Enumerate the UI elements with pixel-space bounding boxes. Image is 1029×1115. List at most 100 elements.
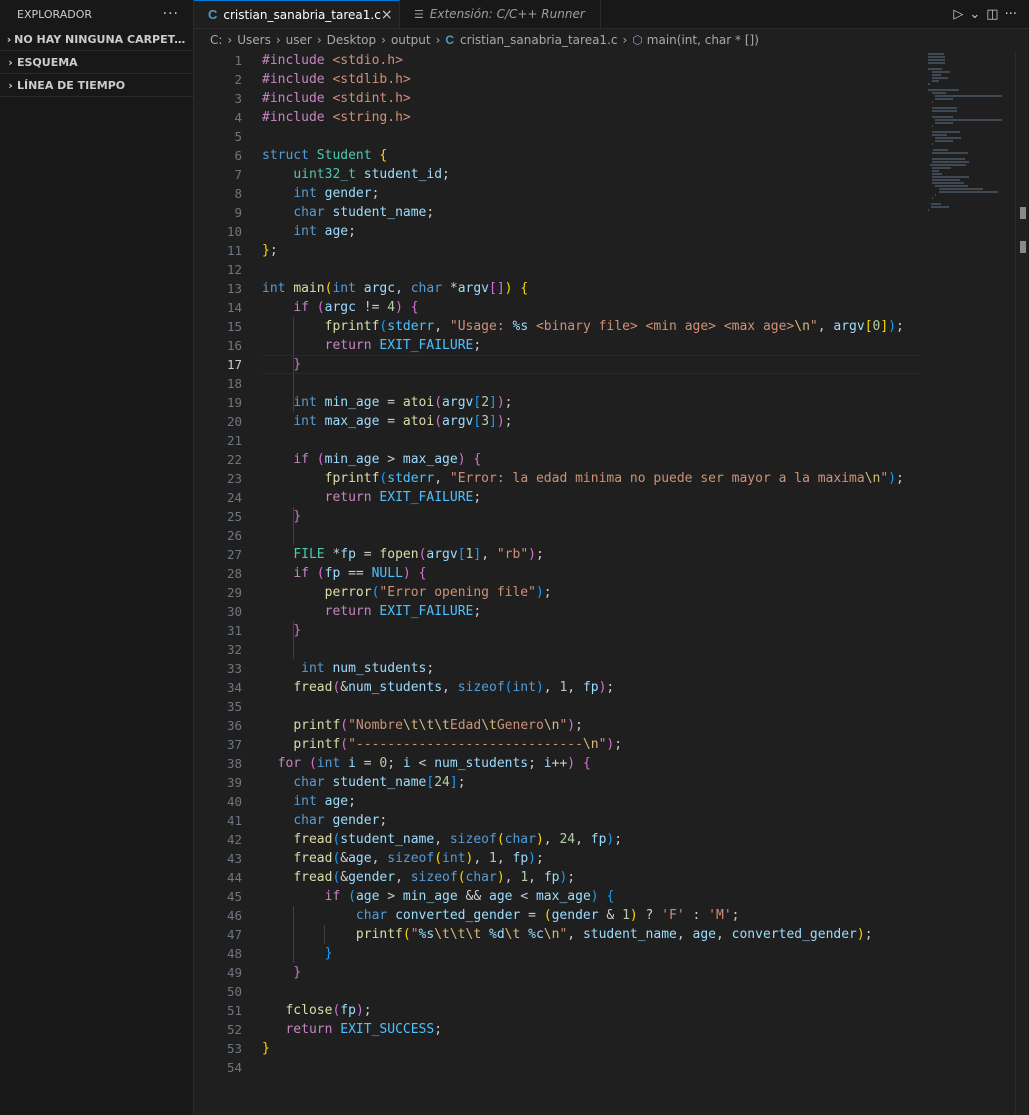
extension-icon: ☰ xyxy=(414,7,424,21)
code-line[interactable] xyxy=(262,982,920,1001)
line-number: 21 xyxy=(226,433,242,448)
split-editor-icon[interactable]: ◫ xyxy=(986,7,998,22)
ellipsis-icon[interactable]: ··· xyxy=(163,6,179,22)
code-line[interactable]: if (fp == NULL) { xyxy=(262,564,920,583)
minimap-line xyxy=(935,98,954,100)
code-line[interactable]: return EXIT_FAILURE; xyxy=(262,602,920,621)
code-line[interactable]: fclose(fp); xyxy=(262,1001,920,1020)
code-line[interactable]: perror("Error opening file"); xyxy=(262,583,920,602)
close-icon[interactable]: × xyxy=(381,7,393,23)
code-line[interactable]: char gender; xyxy=(262,811,920,830)
line-number: 51 xyxy=(226,1003,242,1018)
minimap-line xyxy=(928,209,929,211)
code-line[interactable]: for (int i = 0; i < num_students; i++) { xyxy=(262,754,920,773)
code-line[interactable]: return EXIT_FAILURE; xyxy=(262,336,920,355)
method-symbol-icon: ⬡ xyxy=(632,33,643,47)
chevron-down-icon[interactable]: ⌄ xyxy=(969,7,980,22)
code-line[interactable]: #include <stdio.h> xyxy=(262,51,920,70)
code-line[interactable]: FILE *fp = fopen(argv[1], "rb"); xyxy=(262,545,920,564)
code-line[interactable]: int main(int argc, char *argv[]) { xyxy=(262,279,920,298)
code-line[interactable] xyxy=(262,127,920,146)
minimap-line xyxy=(935,194,937,196)
code-line[interactable] xyxy=(262,374,920,393)
minimap[interactable] xyxy=(920,51,1015,1115)
breadcrumb-file[interactable]: cristian_sanabria_tarea1.c xyxy=(460,33,617,47)
breadcrumb-symbol[interactable]: main(int, char * []) xyxy=(647,33,759,47)
code-line[interactable]: #include <string.h> xyxy=(262,108,920,127)
code-line[interactable] xyxy=(262,431,920,450)
code-line[interactable]: int max_age = atoi(argv[3]); xyxy=(262,412,920,431)
code-line[interactable]: if (argc != 4) { xyxy=(262,298,920,317)
code-line[interactable]: return EXIT_SUCCESS; xyxy=(262,1020,920,1039)
breadcrumb-segment[interactable]: Users xyxy=(237,33,271,47)
code-line[interactable]: #include <stdlib.h> xyxy=(262,70,920,89)
code-line[interactable]: fread(&gender, sizeof(char), 1, fp); xyxy=(262,868,920,887)
code-editor[interactable]: 1 2 3 4 5 6 7 8 9 10 11 12 13 14 15 16 17 18 19 20 21 22 23 24 2… xyxy=(194,51,920,1115)
chevron-right-icon: › xyxy=(8,55,13,69)
code-line[interactable]: return EXIT_FAILURE; xyxy=(262,488,920,507)
tab-source-file[interactable]: C cristian_sanabria_tarea1.c × xyxy=(194,0,400,28)
code-line[interactable]: int num_students; xyxy=(262,659,920,678)
code-line[interactable]: int age; xyxy=(262,222,920,241)
minimap-line xyxy=(932,149,948,151)
code-line-current[interactable]: } xyxy=(262,355,920,374)
code-area[interactable]: #include <stdio.h> #include <stdlib.h> #… xyxy=(262,51,920,1077)
code-line[interactable]: printf("%s\t\t\t %d\t %c\n", student_nam… xyxy=(262,925,920,944)
line-number: 24 xyxy=(226,490,242,505)
line-number: 41 xyxy=(226,813,242,828)
indent-guide xyxy=(293,906,294,963)
section-timeline[interactable]: › LÍNEA DE TIEMPO xyxy=(0,74,193,97)
line-number: 35 xyxy=(226,699,242,714)
section-outline[interactable]: › ESQUEMA xyxy=(0,51,193,74)
breadcrumb-segment[interactable]: user xyxy=(286,33,312,47)
breadcrumb-segment[interactable]: output xyxy=(391,33,431,47)
code-line[interactable]: fprintf(stderr, "Usage: %s <binary file>… xyxy=(262,317,920,336)
code-line[interactable]: } xyxy=(262,963,920,982)
minimap-line xyxy=(931,152,969,154)
line-number: 9 xyxy=(234,205,242,220)
code-line[interactable]: int gender; xyxy=(262,184,920,203)
code-line[interactable] xyxy=(262,526,920,545)
code-line[interactable]: } xyxy=(262,507,920,526)
line-number: 47 xyxy=(226,927,242,942)
breadcrumb-segment[interactable]: Desktop xyxy=(327,33,377,47)
line-number: 6 xyxy=(234,148,242,163)
code-line[interactable] xyxy=(262,640,920,659)
code-line[interactable]: } xyxy=(262,944,920,963)
code-line[interactable]: fread(&age, sizeof(int), 1, fp); xyxy=(262,849,920,868)
breadcrumb-segment[interactable]: C: xyxy=(210,33,222,47)
code-line[interactable]: uint32_t student_id; xyxy=(262,165,920,184)
code-line[interactable]: struct Student { xyxy=(262,146,920,165)
code-line[interactable]: char student_name; xyxy=(262,203,920,222)
minimap-line xyxy=(930,206,949,208)
code-line[interactable]: } xyxy=(262,1039,920,1058)
chevron-right-icon: › xyxy=(622,33,628,47)
c-file-icon: C xyxy=(208,7,218,22)
tab-label: Extensión: C/C++ Runner xyxy=(429,7,585,21)
code-line[interactable]: printf("-----------------------------\n"… xyxy=(262,735,920,754)
code-line[interactable]: char converted_gender = (gender & 1) ? '… xyxy=(262,906,920,925)
code-line[interactable] xyxy=(262,1058,920,1077)
explorer-sidebar: EXPLORADOR ··· › NO HAY NINGUNA CARPETA … xyxy=(0,0,194,1115)
code-line[interactable]: fread(student_name, sizeof(char), 24, fp… xyxy=(262,830,920,849)
code-line[interactable] xyxy=(262,697,920,716)
code-line[interactable]: char student_name[24]; xyxy=(262,773,920,792)
code-line[interactable]: fread(&num_students, sizeof(int), 1, fp)… xyxy=(262,678,920,697)
run-icon[interactable]: ▷ xyxy=(953,7,963,22)
code-line[interactable]: } xyxy=(262,621,920,640)
more-actions-icon[interactable]: ··· xyxy=(1005,7,1017,22)
code-line[interactable]: #include <stdint.h> xyxy=(262,89,920,108)
section-open-folder[interactable]: › NO HAY NINGUNA CARPETA ABIERTA xyxy=(0,28,193,51)
code-line[interactable]: if (min_age > max_age) { xyxy=(262,450,920,469)
code-line[interactable]: fprintf(stderr, "Error: la edad minima n… xyxy=(262,469,920,488)
code-line[interactable]: printf("Nombre\t\t\tEdad\tGenero\n"); xyxy=(262,716,920,735)
code-line[interactable]: int min_age = atoi(argv[2]); xyxy=(262,393,920,412)
code-line[interactable]: }; xyxy=(262,241,920,260)
tab-extension[interactable]: ☰ Extensión: C/C++ Runner xyxy=(400,0,601,28)
code-line[interactable]: if (age > min_age && age < max_age) { xyxy=(262,887,920,906)
minimap-line xyxy=(931,167,952,169)
vertical-scrollbar[interactable] xyxy=(1015,51,1029,1115)
minimap-line xyxy=(928,53,945,55)
code-line[interactable] xyxy=(262,260,920,279)
code-line[interactable]: int age; xyxy=(262,792,920,811)
